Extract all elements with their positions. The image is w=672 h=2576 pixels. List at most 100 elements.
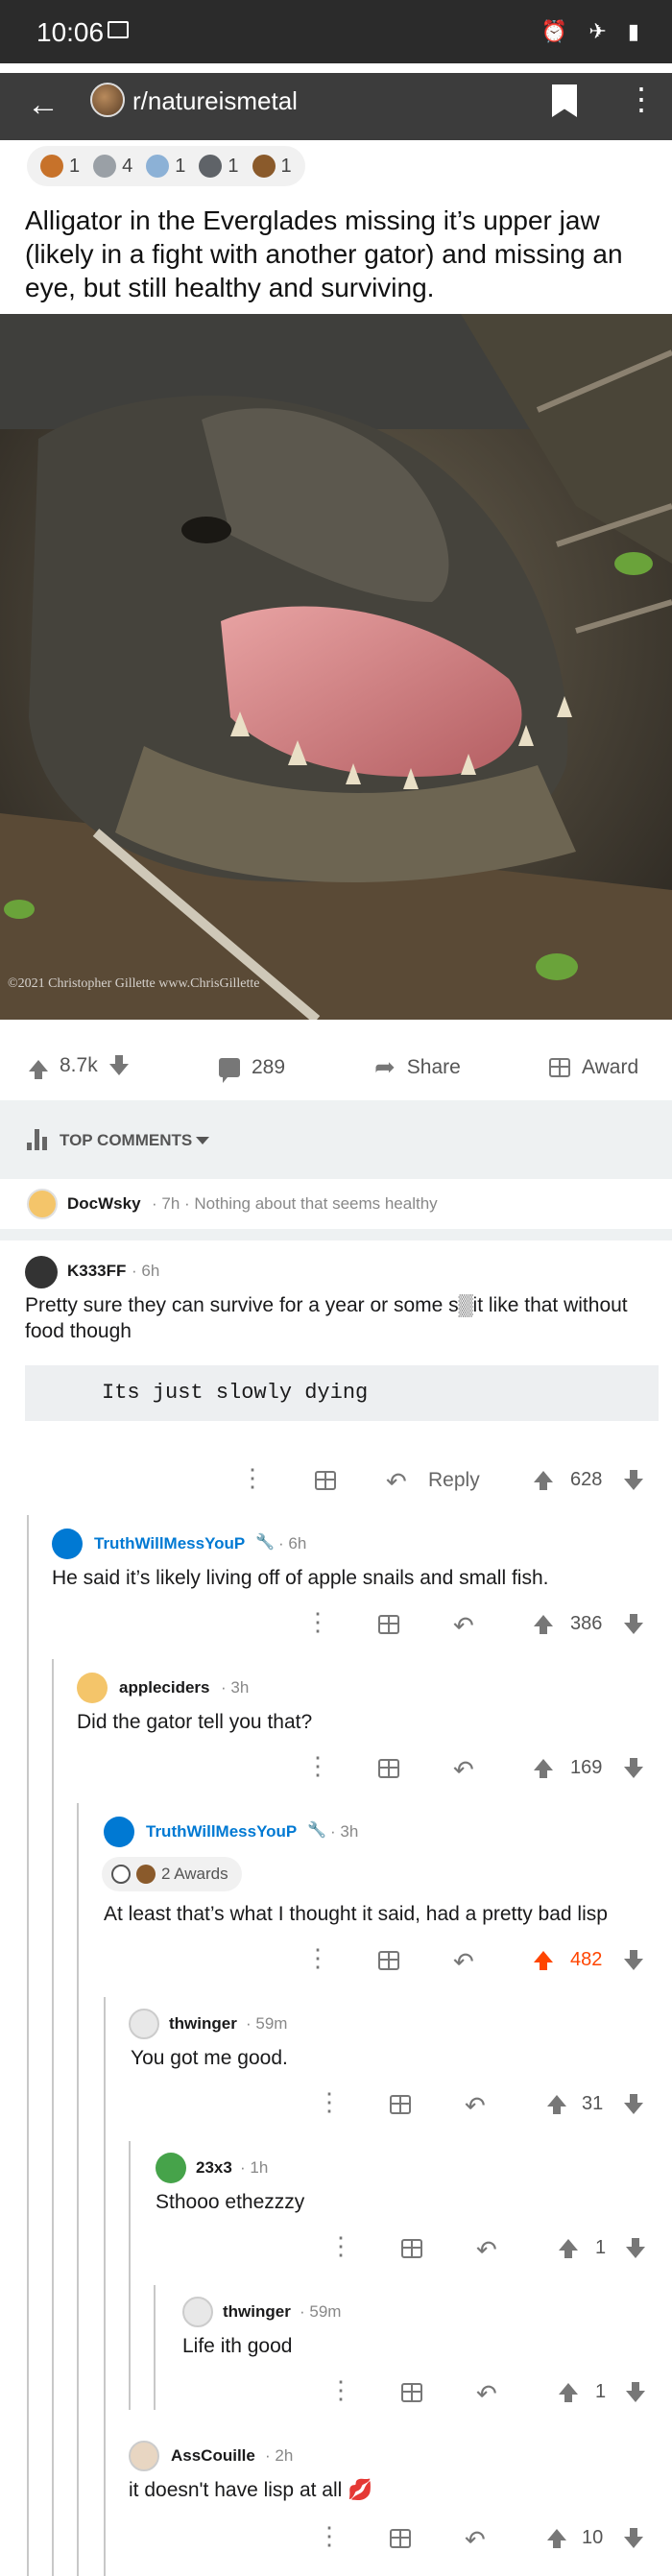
downvote-icon[interactable] xyxy=(108,1055,129,1075)
downvote-icon[interactable] xyxy=(624,2528,643,2548)
gift-icon[interactable] xyxy=(378,1951,399,1970)
reply-icon[interactable]: ↶ xyxy=(453,1755,474,1785)
comment-time: · 1h xyxy=(240,2158,269,2177)
award-label: Award xyxy=(582,1056,639,1078)
upvote-icon[interactable] xyxy=(534,1471,553,1490)
more-options-icon[interactable]: ⋮ xyxy=(328,2233,353,2258)
avatar[interactable] xyxy=(25,1256,58,1288)
downvote-icon[interactable] xyxy=(624,1950,643,1970)
chevron-down-icon xyxy=(196,1137,209,1144)
award-icon xyxy=(146,155,170,178)
upvote-icon[interactable] xyxy=(559,2383,578,2402)
upvote-icon[interactable] xyxy=(547,2529,566,2548)
avatar[interactable] xyxy=(77,1673,108,1703)
avatar[interactable] xyxy=(129,2009,159,2039)
post-title: Alligator in the Everglades missing it’s… xyxy=(25,205,623,302)
comment-actions: ⋮ ↶ 482 xyxy=(0,1941,672,1980)
alligator-photo xyxy=(0,314,672,1020)
downvote-icon[interactable] xyxy=(624,1758,643,1778)
status-time: 10:06 xyxy=(36,17,105,47)
thread-line[interactable] xyxy=(104,1997,106,2576)
gift-icon[interactable] xyxy=(315,1471,336,1490)
award-button[interactable]: Award xyxy=(549,1056,638,1079)
post-vote: 8.7k xyxy=(29,1054,129,1079)
comment-time: · 6h xyxy=(278,1534,307,1553)
avatar[interactable] xyxy=(52,1529,83,1559)
gift-icon[interactable] xyxy=(378,1615,399,1634)
comments-button[interactable]: 289 xyxy=(219,1056,285,1083)
subreddit-avatar[interactable] xyxy=(90,83,125,117)
gift-icon[interactable] xyxy=(378,1759,399,1778)
gift-icon[interactable] xyxy=(390,2529,411,2548)
subreddit-name[interactable]: r/natureismetal xyxy=(132,86,298,116)
upvote-icon[interactable] xyxy=(534,1759,553,1778)
status-bar: 10:06 ⏰ ✈ ▮ xyxy=(0,0,672,63)
more-options-icon[interactable]: ⋮ xyxy=(305,1609,330,1634)
wrench-icon: 🔧 xyxy=(307,1822,326,1839)
thread-line[interactable] xyxy=(27,1515,29,2576)
comment-author[interactable]: thwinger xyxy=(169,2014,237,2034)
comment-actions: ⋮ ↶ 1 xyxy=(0,2373,672,2412)
downvote-icon[interactable] xyxy=(624,1614,643,1634)
downvote-icon[interactable] xyxy=(626,2238,645,2258)
more-options-icon[interactable]: ⋮ xyxy=(626,83,657,115)
downvote-icon[interactable] xyxy=(626,2382,645,2402)
sort-icon xyxy=(27,1127,48,1150)
comment-author[interactable]: K333FF xyxy=(67,1262,126,1281)
comment-actions: ⋮ ↶ 10 xyxy=(0,2519,672,2558)
sort-label: TOP COMMENTS xyxy=(60,1131,193,1149)
comments-sort-bar[interactable]: TOP COMMENTS xyxy=(0,1100,672,1179)
gift-icon[interactable] xyxy=(401,2383,422,2402)
silver-award-icon xyxy=(111,1865,131,1884)
reply-icon[interactable]: ↶ xyxy=(386,1467,407,1497)
comment-author[interactable]: AssCouille xyxy=(171,2446,255,2466)
upvote-icon[interactable] xyxy=(534,1951,553,1970)
more-options-icon[interactable]: ⋮ xyxy=(328,2377,353,2402)
avatar[interactable] xyxy=(129,2441,159,2471)
post-awards[interactable]: 1 4 1 1 1 xyxy=(27,146,305,186)
gift-icon[interactable] xyxy=(401,2239,422,2258)
award-count: 4 xyxy=(122,155,133,177)
thread-line[interactable] xyxy=(129,2141,131,2410)
comment-author[interactable]: thwinger xyxy=(223,2302,291,2322)
upvote-icon[interactable] xyxy=(29,1060,48,1079)
comment-author[interactable]: TruthWillMessYouP xyxy=(146,1822,297,1842)
award-count: 1 xyxy=(69,155,81,177)
award-count: 1 xyxy=(280,155,292,177)
reply-icon[interactable]: ↶ xyxy=(476,2379,497,2409)
avatar[interactable] xyxy=(27,1189,58,1219)
more-options-icon[interactable]: ⋮ xyxy=(317,2523,342,2548)
award-icon xyxy=(252,155,276,178)
more-options-icon[interactable]: ⋮ xyxy=(305,1945,330,1970)
downvote-icon[interactable] xyxy=(624,2094,643,2114)
comment-author[interactable]: TruthWillMessYouP xyxy=(94,1534,245,1553)
upvote-icon[interactable] xyxy=(534,1615,553,1634)
comment-author[interactable]: DocWsky xyxy=(67,1194,141,1214)
reply-icon[interactable]: ↶ xyxy=(465,2525,486,2555)
avatar[interactable] xyxy=(156,2153,186,2183)
more-options-icon[interactable]: ⋮ xyxy=(240,1465,265,1490)
upvote-icon[interactable] xyxy=(547,2095,566,2114)
avatar[interactable] xyxy=(182,2297,213,2327)
reply-icon[interactable]: ↶ xyxy=(476,2235,497,2265)
comment-awards[interactable]: 2 Awards xyxy=(102,1857,242,1891)
reply-button[interactable]: Reply xyxy=(428,1469,480,1492)
gift-icon[interactable] xyxy=(390,2095,411,2114)
more-options-icon[interactable]: ⋮ xyxy=(317,2089,342,2114)
upvote-icon[interactable] xyxy=(559,2239,578,2258)
award-item: 1 xyxy=(199,155,239,178)
thread-line[interactable] xyxy=(77,1803,79,2576)
downvote-icon[interactable] xyxy=(624,1470,643,1490)
comment-body: He said it’s likely living off of apple … xyxy=(52,1567,549,1589)
back-arrow-icon[interactable]: ← xyxy=(27,88,60,121)
reply-icon[interactable]: ↶ xyxy=(453,1611,474,1641)
comment-author[interactable]: appleciders xyxy=(119,1678,210,1697)
avatar[interactable] xyxy=(104,1817,134,1847)
comment-actions: ⋮ ↶ 1 xyxy=(0,2229,672,2268)
share-button[interactable]: ➦ Share xyxy=(374,1052,461,1082)
more-options-icon[interactable]: ⋮ xyxy=(305,1753,330,1778)
reply-icon[interactable]: ↶ xyxy=(453,1947,474,1977)
reply-icon[interactable]: ↶ xyxy=(465,2091,486,2121)
post-image[interactable]: ©2021 Christopher Gillette www.ChrisGill… xyxy=(0,314,672,1020)
comment-author[interactable]: 23x3 xyxy=(196,2158,232,2178)
